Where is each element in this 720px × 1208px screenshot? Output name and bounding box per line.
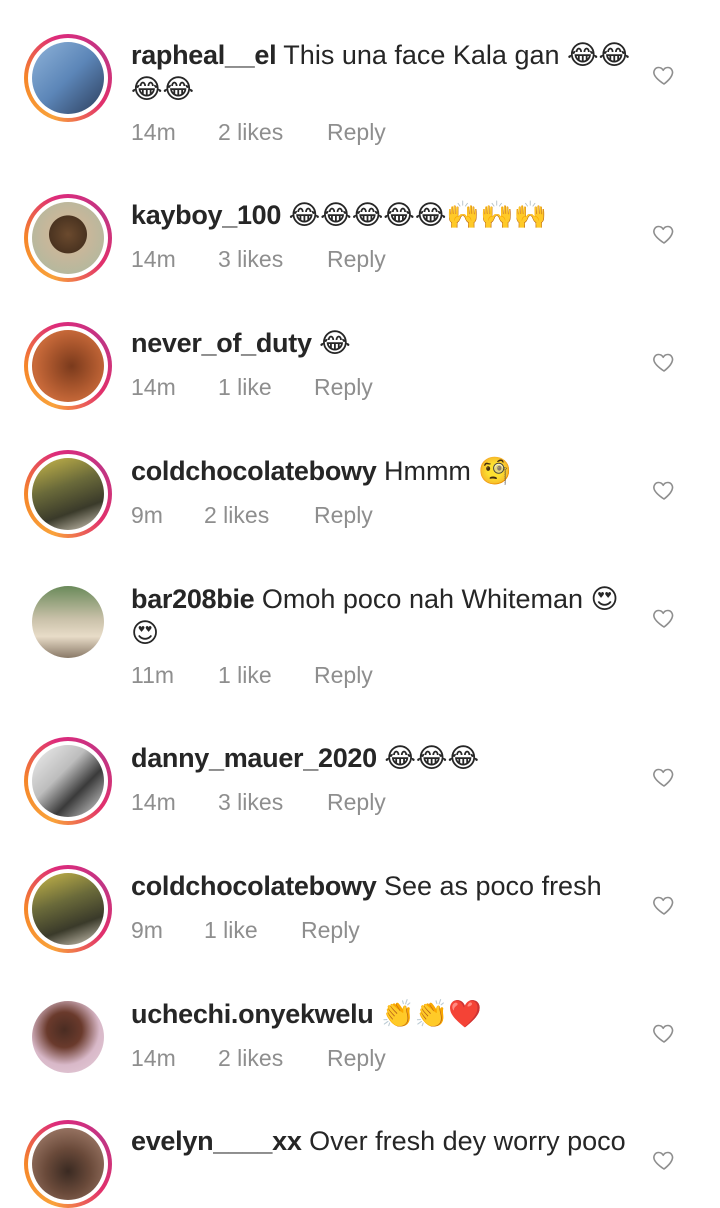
- reply-button[interactable]: Reply: [301, 917, 360, 944]
- avatar[interactable]: [24, 194, 112, 282]
- comment-text: 😂: [311, 328, 351, 358]
- comment-likes[interactable]: 3 likes: [218, 246, 283, 273]
- comment-body: danny_mauer_2020 😂😂😂: [131, 741, 631, 775]
- comment-text: 👏👏❤️: [373, 999, 482, 1029]
- comment-time: 14m: [131, 789, 176, 815]
- comment-username[interactable]: coldchocolatebowy: [131, 456, 377, 486]
- heart-outline-icon[interactable]: [652, 350, 676, 374]
- avatar[interactable]: [24, 34, 112, 122]
- comment-time: 11m: [131, 662, 175, 688]
- reply-button[interactable]: Reply: [327, 1045, 386, 1072]
- heart-outline-icon[interactable]: [652, 765, 676, 789]
- comment-body: evelyn____xx Over fresh dey worry poco: [131, 1124, 631, 1158]
- comment-username[interactable]: never_of_duty: [131, 328, 312, 358]
- heart-outline-icon[interactable]: [652, 63, 676, 87]
- reply-button[interactable]: Reply: [314, 502, 373, 529]
- comment-body: coldchocolatebowy Hmmm 🧐: [131, 454, 631, 488]
- reply-button[interactable]: Reply: [314, 662, 373, 689]
- comment-text: Hmmm 🧐: [376, 456, 513, 486]
- heart-outline-icon[interactable]: [652, 478, 676, 502]
- comment-text: Over fresh dey worry poco: [301, 1126, 626, 1156]
- comment-username[interactable]: danny_mauer_2020: [131, 743, 377, 773]
- comment-text: See as poco fresh: [376, 871, 602, 901]
- avatar[interactable]: [32, 1001, 104, 1073]
- comment-body: coldchocolatebowy See as poco fresh: [131, 869, 631, 903]
- comment-time: 9m: [131, 502, 163, 528]
- comment-body: never_of_duty 😂: [131, 326, 631, 360]
- avatar[interactable]: [24, 865, 112, 953]
- comment-body: kayboy_100 😂😂😂😂😂🙌🙌🙌: [131, 198, 631, 232]
- comment-likes[interactable]: 1 like: [204, 917, 258, 944]
- reply-button[interactable]: Reply: [327, 789, 386, 816]
- comment-username[interactable]: rapheal__el: [131, 40, 277, 70]
- comment-text: 😂😂😂: [376, 743, 480, 773]
- avatar[interactable]: [24, 1120, 112, 1208]
- reply-button[interactable]: Reply: [327, 119, 386, 146]
- avatar[interactable]: [24, 322, 112, 410]
- heart-outline-icon[interactable]: [652, 222, 676, 246]
- comment-body: bar208bie Omoh poco nah Whiteman 😍😍: [131, 582, 631, 650]
- comment-likes[interactable]: 2 likes: [204, 502, 269, 529]
- comment-username[interactable]: uchechi.onyekwelu: [131, 999, 374, 1029]
- comment-time: 14m: [131, 119, 176, 145]
- comment-username[interactable]: coldchocolatebowy: [131, 871, 377, 901]
- avatar[interactable]: [24, 737, 112, 825]
- reply-button[interactable]: Reply: [314, 374, 373, 401]
- avatar[interactable]: [32, 586, 104, 658]
- comment-username[interactable]: kayboy_100: [131, 200, 281, 230]
- comment-username[interactable]: evelyn____xx: [131, 1126, 302, 1156]
- reply-button[interactable]: Reply: [327, 246, 386, 273]
- comment-likes[interactable]: 2 likes: [218, 1045, 283, 1072]
- comment-text: 😂😂😂😂😂🙌🙌🙌: [281, 200, 548, 230]
- comment-likes[interactable]: 3 likes: [218, 789, 283, 816]
- heart-outline-icon[interactable]: [652, 893, 676, 917]
- comment-likes[interactable]: 1 like: [218, 374, 272, 401]
- comment-time: 14m: [131, 246, 176, 272]
- comment-username[interactable]: bar208bie: [131, 584, 255, 614]
- comment-likes[interactable]: 1 like: [218, 662, 272, 689]
- comment-time: 14m: [131, 374, 176, 400]
- comment-likes[interactable]: 2 likes: [218, 119, 283, 146]
- comment-body: rapheal__el This una face Kala gan 😂😂😂😂: [131, 38, 631, 106]
- comment-time: 14m: [131, 1045, 176, 1071]
- heart-outline-icon[interactable]: [652, 1021, 676, 1045]
- comment-time: 9m: [131, 917, 163, 943]
- avatar[interactable]: [24, 450, 112, 538]
- heart-outline-icon[interactable]: [652, 606, 676, 630]
- heart-outline-icon[interactable]: [652, 1148, 676, 1172]
- comment-body: uchechi.onyekwelu 👏👏❤️: [131, 997, 631, 1031]
